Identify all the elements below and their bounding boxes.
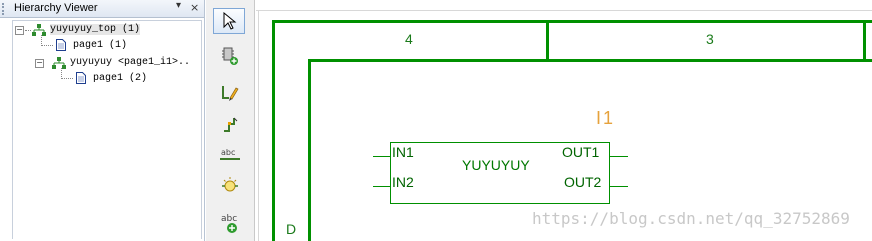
net-alias-button[interactable]: abc <box>213 143 245 169</box>
inner-border-left-line <box>308 59 311 241</box>
hierarchy-tree: − yuyuyuy_top (1) page1 (1) − yuyuyuy <p… <box>12 20 202 239</box>
svg-text:abc: abc <box>221 214 237 224</box>
place-part-button[interactable] <box>213 44 245 70</box>
panel-titlebar: Hierarchy Viewer ▾ × <box>0 0 204 18</box>
draw-wire-button[interactable] <box>213 82 245 108</box>
hierarchy-icon <box>52 57 66 73</box>
power-icon <box>221 176 239 200</box>
pin-out1-line <box>610 156 628 157</box>
pointer-icon <box>223 11 237 34</box>
tree-item-instance[interactable]: − yuyuyuy <page1_i1>.. <box>15 56 201 71</box>
pin-in1-line <box>373 156 390 157</box>
place-part-icon <box>221 46 239 70</box>
place-text-button[interactable]: abc <box>213 209 245 235</box>
page-icon <box>56 39 66 55</box>
tree-item-top[interactable]: − yuyuyuy_top (1) <box>15 23 155 38</box>
inner-border-top-line <box>308 59 872 62</box>
pin-label-in1: IN1 <box>392 144 414 160</box>
place-text-icon: abc <box>219 212 241 238</box>
part-reference: I1 <box>596 108 616 128</box>
part-value: YUYUYUY <box>462 157 530 173</box>
hierarchy-viewer-panel: Hierarchy Viewer ▾ × − yuyuyuy_top (1) p… <box>0 0 205 241</box>
power-button[interactable] <box>213 174 245 200</box>
tree-item-label: yuyuyuy <page1_i1>.. <box>70 57 191 68</box>
border-left-line <box>272 20 275 241</box>
net-alias-icon: abc <box>219 146 241 168</box>
zone-label-4: 4 <box>405 31 413 47</box>
drag-grip[interactable] <box>2 3 10 15</box>
tree-item-page[interactable]: page1 (1) <box>15 39 135 54</box>
pin-label-out2: OUT2 <box>564 174 602 190</box>
pin-in2-line <box>373 186 390 187</box>
hierarchy-icon <box>32 24 46 40</box>
border-top-line <box>272 20 872 23</box>
pin-out2-line <box>610 186 628 187</box>
place-pin-button[interactable] <box>213 113 245 139</box>
tree-item-label: page1 (2) <box>93 73 148 84</box>
page-icon <box>76 72 86 88</box>
draw-wire-icon <box>221 84 239 108</box>
dropdown-icon[interactable]: ▾ <box>176 0 181 11</box>
tree-item-page[interactable]: page1 (2) <box>15 72 148 88</box>
pin-label-in2: IN2 <box>392 174 414 190</box>
close-icon[interactable]: × <box>190 1 199 14</box>
panel-title: Hierarchy Viewer <box>14 2 98 14</box>
tool-palette: abc abc <box>206 0 255 241</box>
schematic-canvas[interactable]: 4 3 D I1 IN1 IN2 OUT1 OUT2 YUYUYUY https… <box>256 0 872 241</box>
watermark-text: https://blog.csdn.net/qq_32752869 <box>532 209 850 228</box>
svg-text:abc: abc <box>221 148 235 157</box>
zone-label-d: D <box>286 221 297 237</box>
zone-label-3: 3 <box>706 31 714 47</box>
zone-divider <box>863 20 866 60</box>
tree-item-label: page1 (1) <box>73 40 128 51</box>
place-pin-icon <box>221 115 239 139</box>
pin-label-out1: OUT1 <box>562 144 600 160</box>
collapse-icon[interactable]: − <box>15 26 24 35</box>
zone-divider <box>546 20 549 60</box>
collapse-icon[interactable]: − <box>35 59 44 68</box>
tree-item-label: yuyuyuy_top (1) <box>50 24 141 35</box>
select-tool-button[interactable] <box>213 8 245 34</box>
